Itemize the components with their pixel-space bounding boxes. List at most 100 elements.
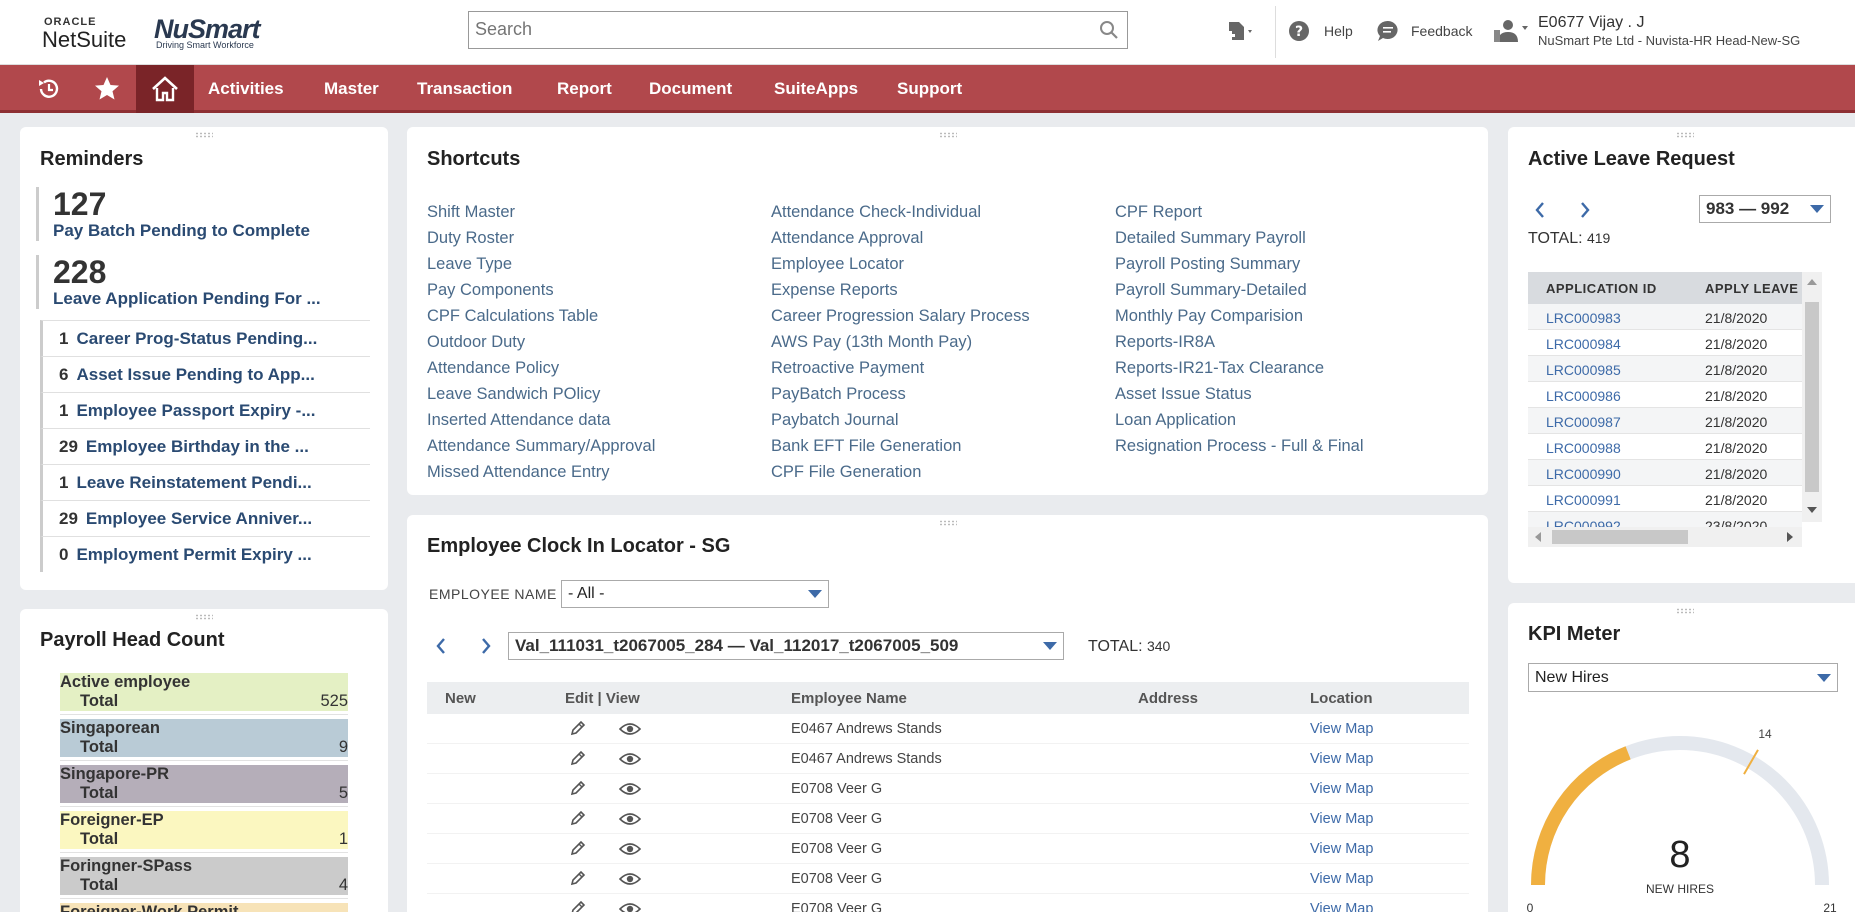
next-page-icon[interactable]: [479, 636, 493, 656]
scroll-down-icon[interactable]: [1807, 506, 1817, 514]
shortcut-link[interactable]: Resignation Process - Full & Final: [1115, 433, 1364, 459]
user-name[interactable]: E0677 Vijay . J: [1538, 14, 1644, 32]
kpi-metric-select[interactable]: New Hires: [1528, 663, 1838, 692]
reminder-item[interactable]: 6 Asset Issue Pending to App...: [40, 356, 370, 392]
page-range-select[interactable]: Val_111031_t2067005_284 — Val_112017_t20…: [508, 632, 1064, 660]
shortcut-link[interactable]: Duty Roster: [427, 225, 655, 251]
head-count-item[interactable]: Foreigner-Work Permit: [60, 903, 348, 912]
shortcut-link[interactable]: Payroll Summary-Detailed: [1115, 277, 1364, 303]
shortcut-link[interactable]: Loan Application: [1115, 407, 1364, 433]
col-location[interactable]: Location: [1310, 690, 1373, 707]
reminder-big-item[interactable]: 228 Leave Application Pending For ...: [36, 255, 353, 309]
scroll-up-icon[interactable]: [1807, 278, 1817, 286]
view-map-link[interactable]: View Map: [1310, 901, 1373, 912]
shortcut-link[interactable]: Leave Type: [427, 251, 655, 277]
head-count-item[interactable]: Foreigner-EP Total 1: [60, 811, 348, 849]
col-application-id[interactable]: APPLICATION ID: [1546, 281, 1657, 296]
employee-name-select[interactable]: - All -: [561, 580, 829, 608]
home-button[interactable]: [136, 65, 194, 113]
shortcut-link[interactable]: Bank EFT File Generation: [771, 433, 1030, 459]
help-icon[interactable]: ?: [1288, 20, 1310, 42]
shortcut-link[interactable]: Missed Attendance Entry: [427, 459, 655, 485]
col-apply-leave-on[interactable]: APPLY LEAVE O: [1705, 281, 1813, 296]
edit-button[interactable]: [569, 869, 587, 892]
application-id-link[interactable]: LRC000988: [1546, 440, 1621, 456]
netsuite-logo-text[interactable]: NetSuite: [42, 27, 126, 53]
col-new[interactable]: New: [445, 690, 476, 707]
view-map-link[interactable]: View Map: [1310, 841, 1373, 857]
roles-users-icon[interactable]: [1492, 18, 1530, 44]
shortcut-link[interactable]: Monthly Pay Comparision: [1115, 303, 1364, 329]
shortcut-link[interactable]: Asset Issue Status: [1115, 381, 1364, 407]
shortcut-link[interactable]: Career Progression Salary Process: [771, 303, 1030, 329]
nav-transaction[interactable]: Transaction: [417, 79, 512, 99]
nav-report[interactable]: Report: [557, 79, 612, 99]
shortcut-link[interactable]: Shift Master: [427, 199, 655, 225]
favorites-button[interactable]: [78, 65, 136, 113]
shortcut-link[interactable]: Expense Reports: [771, 277, 1030, 303]
vertical-scrollbar[interactable]: [1802, 272, 1822, 522]
reminder-big-item[interactable]: 127 Pay Batch Pending to Complete: [36, 187, 353, 241]
drag-handle[interactable]: [938, 520, 957, 526]
scroll-right-icon[interactable]: [1786, 532, 1794, 542]
user-company-role[interactable]: NuSmart Pte Ltd - Nuvista-HR Head-New-SG: [1538, 33, 1800, 48]
shortcut-link[interactable]: Outdoor Duty: [427, 329, 655, 355]
view-button[interactable]: [618, 811, 642, 832]
edit-button[interactable]: [569, 839, 587, 862]
application-id-link[interactable]: LRC000990: [1546, 466, 1621, 482]
shortcut-link[interactable]: CPF File Generation: [771, 459, 1030, 485]
nav-document[interactable]: Document: [649, 79, 732, 99]
view-map-link[interactable]: View Map: [1310, 751, 1373, 767]
help-link[interactable]: Help: [1324, 23, 1353, 39]
create-new-record-icon[interactable]: [1226, 20, 1256, 46]
shortcut-link[interactable]: CPF Report: [1115, 199, 1364, 225]
edit-button[interactable]: [569, 779, 587, 802]
drag-handle[interactable]: [1676, 608, 1694, 614]
reminder-item[interactable]: 0 Employment Permit Expiry ...: [40, 536, 370, 572]
shortcut-link[interactable]: Attendance Check-Individual: [771, 199, 1030, 225]
drag-handle[interactable]: [195, 132, 213, 138]
view-map-link[interactable]: View Map: [1310, 721, 1373, 737]
view-button[interactable]: [618, 781, 642, 802]
view-map-link[interactable]: View Map: [1310, 871, 1373, 887]
shortcut-link[interactable]: Attendance Summary/Approval: [427, 433, 655, 459]
col-employee-name[interactable]: Employee Name: [791, 690, 907, 707]
previous-page-icon[interactable]: [1533, 200, 1547, 220]
view-button[interactable]: [618, 901, 642, 912]
shortcut-link[interactable]: PayBatch Process: [771, 381, 1030, 407]
feedback-icon[interactable]: [1377, 20, 1399, 42]
head-count-item[interactable]: Singaporean Total 9: [60, 719, 348, 757]
nav-suiteapps[interactable]: SuiteApps: [774, 79, 858, 99]
previous-page-icon[interactable]: [434, 636, 448, 656]
head-count-item[interactable]: Active employee Total 525: [60, 673, 348, 711]
scrollbar-thumb[interactable]: [1552, 530, 1688, 544]
col-address[interactable]: Address: [1138, 690, 1198, 707]
view-map-link[interactable]: View Map: [1310, 781, 1373, 797]
shortcut-link[interactable]: Leave Sandwich POlicy: [427, 381, 655, 407]
application-id-link[interactable]: LRC000986: [1546, 388, 1621, 404]
edit-button[interactable]: [569, 899, 587, 912]
reminder-item[interactable]: 29 Employee Birthday in the ...: [40, 428, 370, 464]
edit-button[interactable]: [569, 749, 587, 772]
nav-activities[interactable]: Activities: [208, 79, 284, 99]
application-id-link[interactable]: LRC000985: [1546, 362, 1621, 378]
view-button[interactable]: [618, 721, 642, 742]
leave-page-range-select[interactable]: 983 — 992: [1699, 195, 1831, 223]
search-icon[interactable]: [1099, 20, 1119, 40]
scrollbar-thumb[interactable]: [1805, 302, 1819, 492]
shortcut-link[interactable]: Employee Locator: [771, 251, 1030, 277]
reminder-item[interactable]: 1 Employee Passport Expiry -...: [40, 392, 370, 428]
drag-handle[interactable]: [938, 132, 957, 138]
shortcut-link[interactable]: Payroll Posting Summary: [1115, 251, 1364, 277]
shortcut-link[interactable]: Detailed Summary Payroll: [1115, 225, 1364, 251]
view-button[interactable]: [618, 751, 642, 772]
reminder-item[interactable]: 1 Leave Reinstatement Pendi...: [40, 464, 370, 500]
drag-handle[interactable]: [195, 614, 213, 620]
shortcut-link[interactable]: Paybatch Journal: [771, 407, 1030, 433]
shortcut-link[interactable]: Retroactive Payment: [771, 355, 1030, 381]
reminder-item[interactable]: 29 Employee Service Anniver...: [40, 500, 370, 536]
next-page-icon[interactable]: [1578, 200, 1592, 220]
reminder-item[interactable]: 1 Career Prog-Status Pending...: [40, 320, 370, 356]
shortcut-link[interactable]: Attendance Policy: [427, 355, 655, 381]
head-count-item[interactable]: Singapore-PR Total 5: [60, 765, 348, 803]
